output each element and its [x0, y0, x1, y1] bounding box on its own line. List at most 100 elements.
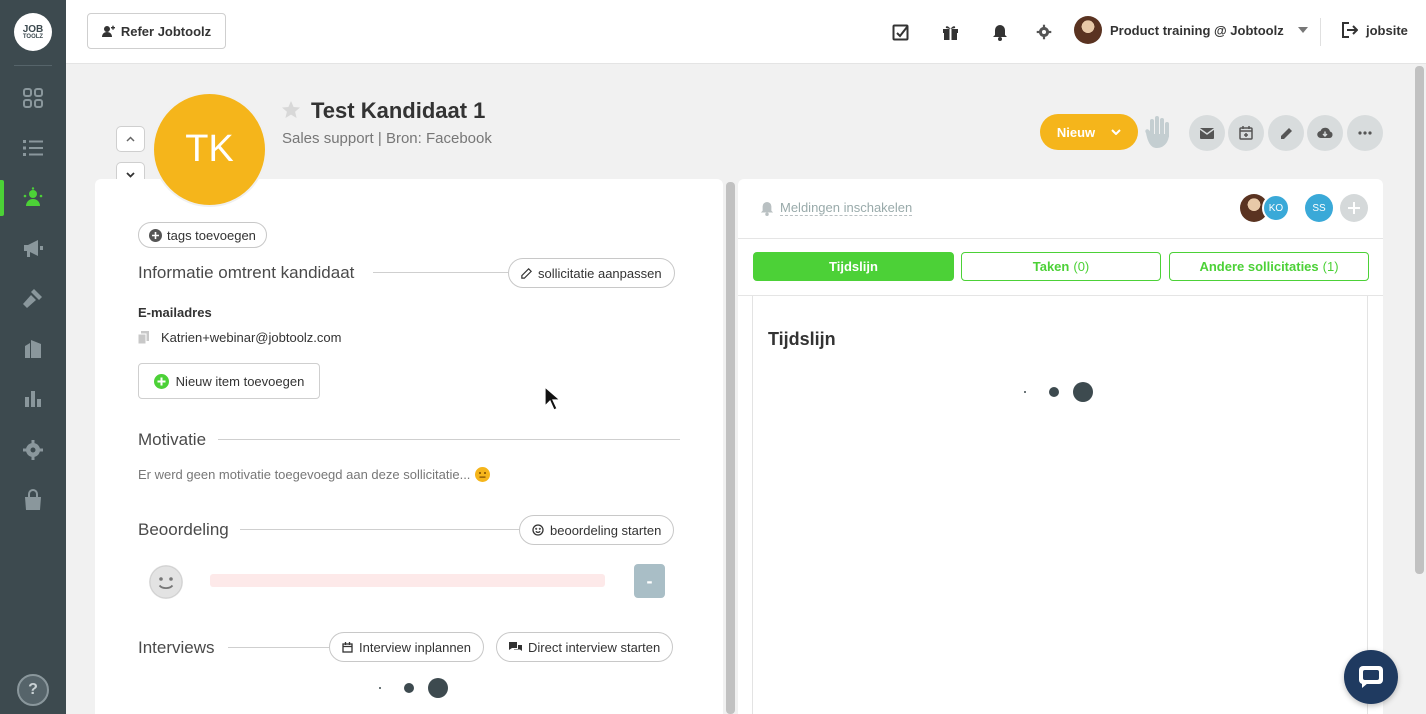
candidate-subtitle: Sales support | Bron: Facebook — [282, 130, 492, 147]
topbar: Refer Jobtoolz Product training @ Jobtoo… — [66, 0, 1426, 64]
email-value: Katrien+webinar@jobtoolz.com — [161, 330, 342, 345]
sidebar-item-company[interactable] — [0, 328, 66, 368]
loading-dot-3 — [428, 678, 448, 698]
sidebar: JOB TOOLZ ? — [0, 0, 66, 714]
user-name: Product training @ Jobtoolz — [1110, 22, 1284, 38]
chat-button[interactable] — [1344, 650, 1398, 704]
email-button[interactable] — [1189, 115, 1225, 151]
notifications-label: Meldingen inschakelen — [780, 200, 913, 216]
megaphone-icon — [24, 240, 43, 257]
follower-avatar[interactable]: SS — [1305, 194, 1333, 222]
more-button[interactable] — [1347, 115, 1383, 151]
add-item-button[interactable]: Nieuw item toevoegen — [138, 363, 320, 399]
user-avatar — [1074, 16, 1102, 44]
pencil-icon — [521, 267, 532, 279]
loading-dot-2 — [404, 683, 414, 693]
candidate-name: Test Kandidaat 1 — [311, 98, 486, 123]
tab-timeline[interactable]: Tijdslijn — [753, 252, 954, 281]
schedule-interview-button[interactable]: Interview inplannen — [329, 632, 485, 662]
page-scrollbar[interactable] — [1415, 66, 1424, 574]
add-item-label: Nieuw item toevoegen — [175, 373, 305, 389]
add-tags-button[interactable]: tags toevoegen — [138, 222, 267, 248]
chevron-down-icon — [1297, 27, 1308, 33]
chat-bubble-icon — [1359, 666, 1383, 688]
more-icon — [1358, 131, 1372, 135]
motivation-title: Motivatie — [138, 430, 207, 449]
tab-other-applications[interactable]: Andere sollicitaties (1) — [1169, 252, 1369, 281]
tab-tasks-count: (0) — [1073, 259, 1090, 274]
chart-icon — [25, 391, 41, 407]
tab-tasks[interactable]: Taken (0) — [961, 252, 1161, 281]
list-icon — [23, 140, 43, 156]
star-icon[interactable] — [281, 100, 301, 120]
settings-icon[interactable] — [1034, 22, 1054, 42]
right-header-divider — [738, 238, 1383, 239]
jobsite-link[interactable]: jobsite — [1342, 22, 1408, 38]
enable-notifications-link[interactable]: Meldingen inschakelen — [760, 200, 913, 216]
chat-icon — [509, 641, 522, 651]
logo-text-top: JOB — [22, 23, 44, 35]
sidebar-divider — [14, 65, 52, 66]
sidebar-item-candidates[interactable] — [0, 178, 66, 218]
follower-avatar[interactable]: KO — [1262, 194, 1290, 222]
sidebar-item-tools[interactable] — [0, 278, 66, 318]
loading-dot-3 — [1073, 382, 1093, 402]
loading-dot-1 — [1024, 391, 1026, 393]
refer-label: Refer Jobtoolz — [120, 23, 212, 39]
emoji-icon — [475, 467, 491, 482]
start-rating-label: beoordeling starten — [550, 522, 662, 538]
help-button[interactable]: ? — [17, 674, 49, 706]
exit-icon — [1342, 22, 1358, 38]
edit-application-button[interactable]: sollicitatie aanpassen — [508, 258, 675, 288]
rating-value: - — [634, 564, 665, 598]
sidebar-item-reports[interactable] — [0, 378, 66, 418]
timeline-content — [752, 296, 1368, 714]
sidebar-item-shop[interactable] — [0, 480, 66, 520]
dashboard-icon — [23, 88, 43, 108]
gear-icon — [23, 440, 43, 460]
email-label: E-mailadres — [138, 305, 212, 320]
sidebar-item-campaigns[interactable] — [0, 228, 66, 268]
tasks-icon[interactable] — [890, 22, 910, 42]
sidebar-item-settings[interactable] — [0, 430, 66, 470]
info-section-line — [373, 272, 508, 273]
status-dropdown[interactable]: Nieuw — [1040, 114, 1138, 150]
status-label: Nieuw — [1056, 124, 1096, 140]
interviews-line — [228, 647, 329, 648]
sidebar-item-dashboard[interactable] — [0, 78, 66, 118]
email-row: Katrien+webinar@jobtoolz.com — [138, 330, 341, 345]
cloud-download-icon — [1317, 127, 1333, 139]
rating-bar — [210, 574, 605, 587]
topbar-separator — [1320, 18, 1321, 46]
hand-icon[interactable] — [1140, 115, 1174, 151]
start-rating-button[interactable]: beoordeling starten — [519, 515, 675, 545]
tab-timeline-label: Tijdslijn — [829, 259, 878, 274]
sidebar-item-list[interactable] — [0, 128, 66, 168]
gift-icon[interactable] — [940, 22, 960, 42]
previous-candidate-button[interactable] — [116, 126, 145, 152]
jobtoolz-logo[interactable]: JOB TOOLZ — [14, 13, 52, 51]
calendar-icon — [342, 641, 353, 653]
direct-interview-button[interactable]: Direct interview starten — [496, 632, 674, 662]
direct-interview-label: Direct interview starten — [528, 639, 661, 655]
refer-button[interactable]: Refer Jobtoolz — [87, 13, 226, 49]
details-scrollbar[interactable] — [726, 182, 735, 714]
chevron-down-icon — [126, 172, 135, 178]
bell-icon — [760, 201, 774, 216]
rating-line — [240, 529, 519, 530]
schedule-button[interactable] — [1228, 115, 1264, 151]
chevron-up-icon — [126, 136, 135, 142]
building-icon — [25, 340, 41, 358]
candidate-avatar: TK — [152, 92, 267, 207]
mouse-cursor — [544, 386, 560, 411]
edit-button[interactable] — [1268, 115, 1304, 151]
copy-icon[interactable] — [138, 331, 149, 344]
mail-icon — [1200, 127, 1214, 139]
add-follower-button[interactable] — [1340, 194, 1368, 222]
download-button[interactable] — [1307, 115, 1343, 151]
motivation-text: Er werd geen motivatie toegevoegd aan de… — [138, 467, 491, 482]
bag-icon — [25, 489, 41, 510]
bell-icon[interactable] — [990, 22, 1010, 42]
smiley-icon — [149, 565, 183, 599]
user-menu[interactable]: Product training @ Jobtoolz — [1074, 16, 1308, 44]
